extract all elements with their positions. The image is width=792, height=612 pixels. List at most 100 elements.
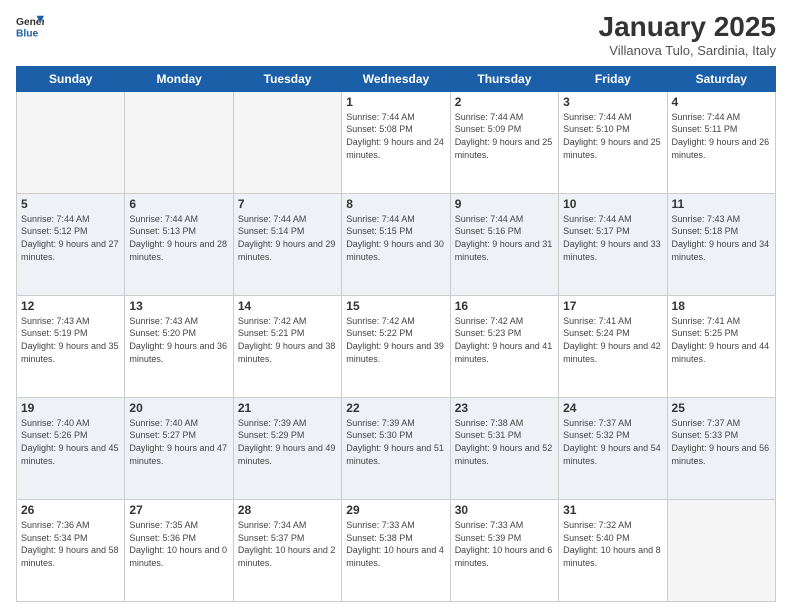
table-cell: 14 Sunrise: 7:42 AM Sunset: 5:21 PM Dayli… bbox=[233, 295, 341, 397]
day-number: 21 bbox=[238, 401, 337, 415]
day-number: 29 bbox=[346, 503, 445, 517]
day-number: 3 bbox=[563, 95, 662, 109]
day-info: Sunrise: 7:39 AM Sunset: 5:30 PM Dayligh… bbox=[346, 417, 445, 467]
day-number: 8 bbox=[346, 197, 445, 211]
day-info: Sunrise: 7:37 AM Sunset: 5:33 PM Dayligh… bbox=[672, 417, 771, 467]
table-cell: 3 Sunrise: 7:44 AM Sunset: 5:10 PM Daylig… bbox=[559, 91, 667, 193]
header-tuesday: Tuesday bbox=[233, 66, 341, 91]
table-cell: 11 Sunrise: 7:43 AM Sunset: 5:18 PM Dayli… bbox=[667, 193, 775, 295]
day-number: 11 bbox=[672, 197, 771, 211]
day-info: Sunrise: 7:44 AM Sunset: 5:08 PM Dayligh… bbox=[346, 111, 445, 161]
header-sunday: Sunday bbox=[17, 66, 125, 91]
day-number: 2 bbox=[455, 95, 554, 109]
table-cell: 22 Sunrise: 7:39 AM Sunset: 5:30 PM Dayli… bbox=[342, 397, 450, 499]
day-info: Sunrise: 7:36 AM Sunset: 5:34 PM Dayligh… bbox=[21, 519, 120, 569]
day-info: Sunrise: 7:44 AM Sunset: 5:12 PM Dayligh… bbox=[21, 213, 120, 263]
header-thursday: Thursday bbox=[450, 66, 558, 91]
table-cell: 31 Sunrise: 7:32 AM Sunset: 5:40 PM Dayli… bbox=[559, 499, 667, 601]
day-number: 7 bbox=[238, 197, 337, 211]
day-number: 24 bbox=[563, 401, 662, 415]
table-cell bbox=[125, 91, 233, 193]
day-info: Sunrise: 7:42 AM Sunset: 5:21 PM Dayligh… bbox=[238, 315, 337, 365]
day-number: 17 bbox=[563, 299, 662, 313]
page-container: General Blue January 2025 Villanova Tulo… bbox=[0, 0, 792, 612]
day-info: Sunrise: 7:39 AM Sunset: 5:29 PM Dayligh… bbox=[238, 417, 337, 467]
day-info: Sunrise: 7:32 AM Sunset: 5:40 PM Dayligh… bbox=[563, 519, 662, 569]
day-info: Sunrise: 7:44 AM Sunset: 5:09 PM Dayligh… bbox=[455, 111, 554, 161]
day-info: Sunrise: 7:33 AM Sunset: 5:38 PM Dayligh… bbox=[346, 519, 445, 569]
day-number: 26 bbox=[21, 503, 120, 517]
days-header-row: Sunday Monday Tuesday Wednesday Thursday… bbox=[17, 66, 776, 91]
day-info: Sunrise: 7:41 AM Sunset: 5:24 PM Dayligh… bbox=[563, 315, 662, 365]
day-info: Sunrise: 7:37 AM Sunset: 5:32 PM Dayligh… bbox=[563, 417, 662, 467]
day-info: Sunrise: 7:44 AM Sunset: 5:10 PM Dayligh… bbox=[563, 111, 662, 161]
table-cell: 1 Sunrise: 7:44 AM Sunset: 5:08 PM Daylig… bbox=[342, 91, 450, 193]
day-number: 12 bbox=[21, 299, 120, 313]
day-number: 22 bbox=[346, 401, 445, 415]
day-number: 15 bbox=[346, 299, 445, 313]
table-cell bbox=[233, 91, 341, 193]
day-number: 4 bbox=[672, 95, 771, 109]
calendar-table: Sunday Monday Tuesday Wednesday Thursday… bbox=[16, 66, 776, 602]
day-info: Sunrise: 7:44 AM Sunset: 5:16 PM Dayligh… bbox=[455, 213, 554, 263]
day-info: Sunrise: 7:44 AM Sunset: 5:13 PM Dayligh… bbox=[129, 213, 228, 263]
day-info: Sunrise: 7:33 AM Sunset: 5:39 PM Dayligh… bbox=[455, 519, 554, 569]
table-cell: 29 Sunrise: 7:33 AM Sunset: 5:38 PM Dayli… bbox=[342, 499, 450, 601]
table-cell: 10Sunrise: 7:44 AM Sunset: 5:17 PM Dayli… bbox=[559, 193, 667, 295]
day-info: Sunrise: 7:44 AM Sunset: 5:11 PM Dayligh… bbox=[672, 111, 771, 161]
table-cell: 2 Sunrise: 7:44 AM Sunset: 5:09 PM Daylig… bbox=[450, 91, 558, 193]
table-cell: 7 Sunrise: 7:44 AM Sunset: 5:14 PM Daylig… bbox=[233, 193, 341, 295]
header-wednesday: Wednesday bbox=[342, 66, 450, 91]
day-info: Sunrise: 7:41 AM Sunset: 5:25 PM Dayligh… bbox=[672, 315, 771, 365]
table-cell: 30 Sunrise: 7:33 AM Sunset: 5:39 PM Dayli… bbox=[450, 499, 558, 601]
header: General Blue January 2025 Villanova Tulo… bbox=[16, 12, 776, 58]
calendar-subtitle: Villanova Tulo, Sardinia, Italy bbox=[599, 43, 776, 58]
week-row-2: 5Sunrise: 7:44 AM Sunset: 5:12 PM Daylig… bbox=[17, 193, 776, 295]
table-cell: 23Sunrise: 7:38 AM Sunset: 5:31 PM Dayli… bbox=[450, 397, 558, 499]
table-cell: 12Sunrise: 7:43 AM Sunset: 5:19 PM Dayli… bbox=[17, 295, 125, 397]
day-info: Sunrise: 7:42 AM Sunset: 5:22 PM Dayligh… bbox=[346, 315, 445, 365]
calendar-title: January 2025 bbox=[599, 12, 776, 43]
day-number: 1 bbox=[346, 95, 445, 109]
day-number: 16 bbox=[455, 299, 554, 313]
day-info: Sunrise: 7:40 AM Sunset: 5:26 PM Dayligh… bbox=[21, 417, 120, 467]
day-number: 13 bbox=[129, 299, 228, 313]
table-cell: 5Sunrise: 7:44 AM Sunset: 5:12 PM Daylig… bbox=[17, 193, 125, 295]
table-cell: 18 Sunrise: 7:41 AM Sunset: 5:25 PM Dayli… bbox=[667, 295, 775, 397]
day-number: 18 bbox=[672, 299, 771, 313]
day-info: Sunrise: 7:44 AM Sunset: 5:15 PM Dayligh… bbox=[346, 213, 445, 263]
table-cell: 27Sunrise: 7:35 AM Sunset: 5:36 PM Dayli… bbox=[125, 499, 233, 601]
logo-icon: General Blue bbox=[16, 12, 44, 40]
table-cell: 13 Sunrise: 7:43 AM Sunset: 5:20 PM Dayli… bbox=[125, 295, 233, 397]
table-cell: 28Sunrise: 7:34 AM Sunset: 5:37 PM Dayli… bbox=[233, 499, 341, 601]
day-info: Sunrise: 7:42 AM Sunset: 5:23 PM Dayligh… bbox=[455, 315, 554, 365]
day-info: Sunrise: 7:43 AM Sunset: 5:20 PM Dayligh… bbox=[129, 315, 228, 365]
header-friday: Friday bbox=[559, 66, 667, 91]
table-cell: 16 Sunrise: 7:42 AM Sunset: 5:23 PM Dayli… bbox=[450, 295, 558, 397]
day-number: 30 bbox=[455, 503, 554, 517]
day-number: 31 bbox=[563, 503, 662, 517]
table-cell: 26 Sunrise: 7:36 AM Sunset: 5:34 PM Dayli… bbox=[17, 499, 125, 601]
day-number: 23 bbox=[455, 401, 554, 415]
table-cell: 24 Sunrise: 7:37 AM Sunset: 5:32 PM Dayli… bbox=[559, 397, 667, 499]
table-cell: 19 Sunrise: 7:40 AM Sunset: 5:26 PM Dayli… bbox=[17, 397, 125, 499]
week-row-5: 26 Sunrise: 7:36 AM Sunset: 5:34 PM Dayli… bbox=[17, 499, 776, 601]
table-cell: 9 Sunrise: 7:44 AM Sunset: 5:16 PM Daylig… bbox=[450, 193, 558, 295]
day-number: 19 bbox=[21, 401, 120, 415]
table-cell: 4 Sunrise: 7:44 AM Sunset: 5:11 PM Daylig… bbox=[667, 91, 775, 193]
day-info: Sunrise: 7:40 AM Sunset: 5:27 PM Dayligh… bbox=[129, 417, 228, 467]
svg-text:Blue: Blue bbox=[16, 28, 39, 39]
day-number: 9 bbox=[455, 197, 554, 211]
day-number: 14 bbox=[238, 299, 337, 313]
week-row-3: 12Sunrise: 7:43 AM Sunset: 5:19 PM Dayli… bbox=[17, 295, 776, 397]
title-block: January 2025 Villanova Tulo, Sardinia, I… bbox=[599, 12, 776, 58]
day-number: 10 bbox=[563, 197, 662, 211]
day-number: 25 bbox=[672, 401, 771, 415]
table-cell: 17 Sunrise: 7:41 AM Sunset: 5:24 PM Dayli… bbox=[559, 295, 667, 397]
day-info: Sunrise: 7:44 AM Sunset: 5:14 PM Dayligh… bbox=[238, 213, 337, 263]
week-row-4: 19 Sunrise: 7:40 AM Sunset: 5:26 PM Dayli… bbox=[17, 397, 776, 499]
table-cell: 8 Sunrise: 7:44 AM Sunset: 5:15 PM Daylig… bbox=[342, 193, 450, 295]
day-info: Sunrise: 7:43 AM Sunset: 5:18 PM Dayligh… bbox=[672, 213, 771, 263]
day-number: 27 bbox=[129, 503, 228, 517]
day-number: 6 bbox=[129, 197, 228, 211]
